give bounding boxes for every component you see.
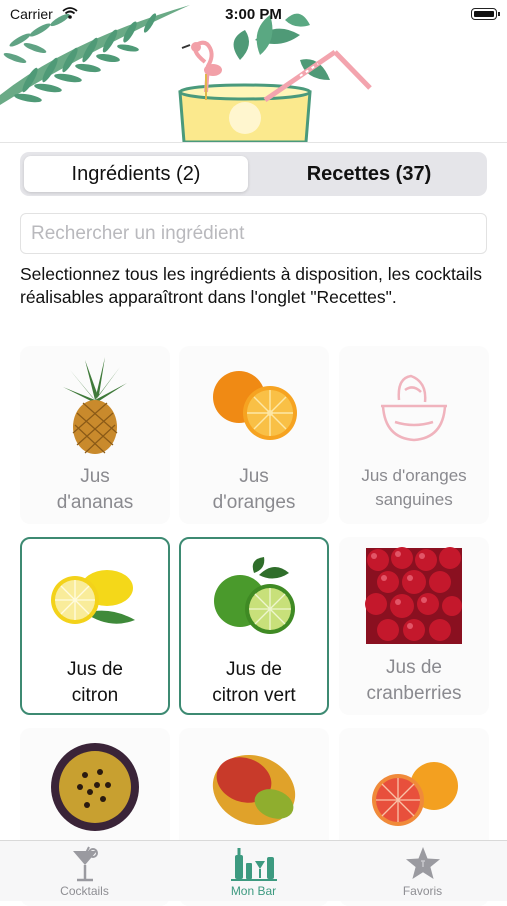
ingredient-card-pineapple-juice[interactable]: Jus d'ananas	[20, 346, 170, 524]
cocktail-glass-illustration	[178, 13, 372, 142]
tab-label: Mon Bar	[230, 884, 277, 898]
cocktail-glass-icon	[0, 845, 169, 883]
cranberries-icon	[339, 543, 489, 648]
ingredient-label: Jus de citron	[67, 659, 123, 706]
tab-mon-bar[interactable]: Mon Bar	[169, 841, 338, 901]
bowl-icon	[339, 352, 489, 457]
segment-recipes[interactable]: Recettes (37)	[255, 156, 483, 192]
ingredient-label: Jus de cranberries	[366, 657, 462, 704]
ingredient-card-cranberry-juice[interactable]: Jus de cranberries	[339, 537, 489, 715]
grapefruit-icon	[339, 734, 489, 839]
ingredient-card-lime-juice[interactable]: Jus de citron vert	[179, 537, 329, 715]
ingredient-card-lemon-juice[interactable]: Jus de citron	[20, 537, 170, 715]
ingredient-card-blood-orange-juice[interactable]: Jus d'oranges sanguines	[339, 346, 489, 524]
clock-time: 3:00 PM	[225, 6, 282, 23]
instructions-text: Selectionnez tous les ingrédients à disp…	[20, 264, 483, 307]
tab-label: Cocktails	[60, 884, 109, 898]
mango-icon	[179, 734, 329, 839]
lemon-icon	[22, 545, 168, 650]
lime-icon	[181, 545, 327, 650]
tab-cocktails[interactable]: Cocktails	[0, 841, 169, 901]
status-bar: Carrier 3:00 PM	[0, 0, 507, 30]
orange-icon	[179, 352, 329, 457]
bar-bottles-icon	[169, 845, 338, 883]
ingredient-label: Jus d'oranges	[212, 466, 296, 513]
ingredient-label: Jus d'oranges sanguines	[361, 466, 467, 509]
ingredient-label: Jus de citron vert	[212, 659, 296, 706]
ingredient-label: Jus d'ananas	[56, 466, 134, 513]
passion-fruit-icon	[20, 734, 170, 839]
tab-bar: Cocktails Mon Bar Favoris	[0, 840, 507, 901]
segmented-control: Ingrédients (2) Recettes (37)	[20, 152, 487, 196]
segment-ingredients[interactable]: Ingrédients (2)	[24, 156, 248, 192]
pineapple-icon	[20, 352, 170, 457]
tab-favoris[interactable]: Favoris	[338, 841, 507, 901]
search-input[interactable]	[20, 213, 487, 254]
tab-label: Favoris	[402, 884, 443, 898]
ingredient-card-orange-juice[interactable]: Jus d'oranges	[179, 346, 329, 524]
star-icon	[338, 845, 507, 883]
battery-icon	[471, 8, 500, 20]
